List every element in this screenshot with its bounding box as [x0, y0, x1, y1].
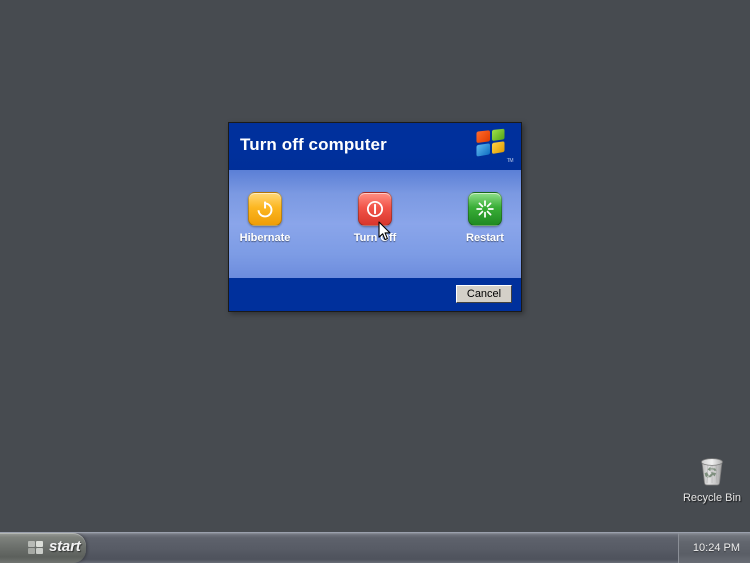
desktop-icon-label: Recycle Bin — [682, 492, 742, 504]
start-button[interactable]: start — [0, 533, 86, 563]
taskbar[interactable]: start 10:24 PM — [0, 532, 750, 563]
hibernate-label: Hibernate — [239, 232, 291, 244]
desktop[interactable]: Recycle Bin Turn off computer TM Hiberna… — [0, 0, 750, 532]
power-hibernate-icon[interactable] — [248, 192, 282, 226]
cancel-button[interactable]: Cancel — [454, 283, 514, 305]
logo-trademark-text: TM — [506, 158, 514, 164]
dialog-body: Hibernate Turn Off Restart — [229, 170, 521, 278]
start-button-label: start — [49, 538, 81, 555]
restart-label: Restart — [466, 232, 504, 244]
windows-flag-logo-icon: TM — [476, 128, 514, 164]
taskbar-clock[interactable]: 10:24 PM — [693, 542, 740, 554]
power-off-icon[interactable] — [358, 192, 392, 226]
dialog-title: Turn off computer — [240, 135, 387, 154]
turn-off-label: Turn Off — [353, 232, 397, 244]
turn-off-computer-dialog: Turn off computer TM Hibernate Turn Off … — [228, 122, 522, 312]
windows-flag-icon — [28, 541, 44, 555]
restart-burst-icon[interactable] — [468, 192, 502, 226]
system-tray[interactable]: 10:24 PM — [677, 533, 750, 563]
desktop-icon-recycle-bin[interactable]: Recycle Bin — [678, 450, 746, 505]
recycle-bin-icon — [695, 450, 729, 488]
dialog-titlebar: Turn off computer TM — [229, 123, 521, 170]
restart-option[interactable]: Restart — [454, 192, 516, 244]
power-options-group: Hibernate Turn Off Restart — [229, 192, 521, 244]
hibernate-option[interactable]: Hibernate — [234, 192, 296, 244]
turn-off-option[interactable]: Turn Off — [344, 192, 406, 244]
dialog-footer: Cancel — [229, 278, 521, 311]
